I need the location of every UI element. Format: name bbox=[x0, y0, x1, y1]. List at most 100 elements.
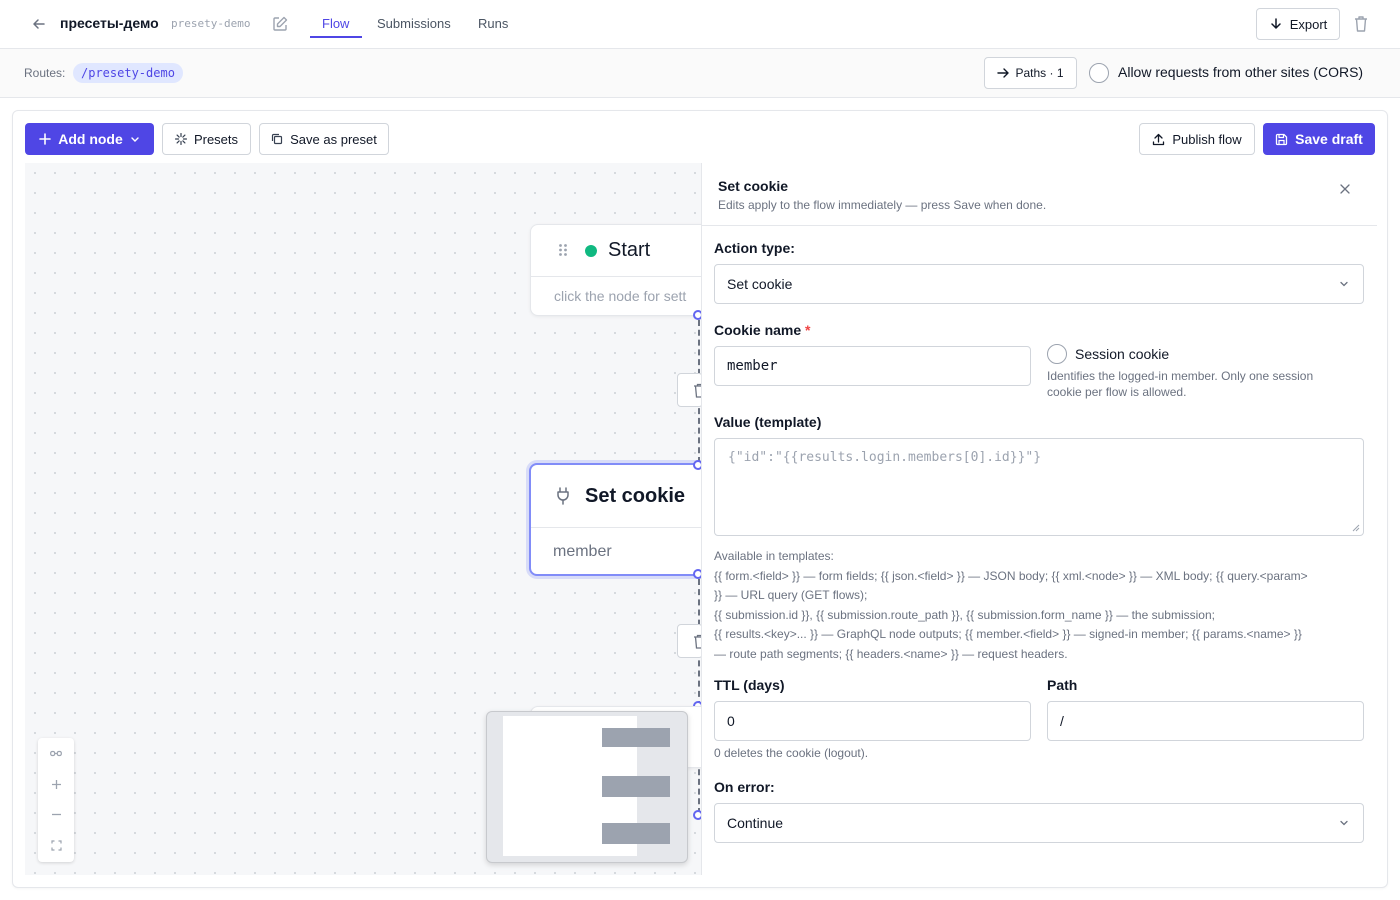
save-as-preset-label: Save as preset bbox=[290, 131, 377, 147]
session-cookie-hint-2: cookie per flow is allowed. bbox=[1047, 385, 1187, 399]
help-line: — route path segments; {{ headers.<name>… bbox=[714, 646, 1068, 661]
tab-active-indicator bbox=[310, 36, 362, 38]
upload-icon bbox=[1153, 133, 1165, 145]
grip-icon[interactable] bbox=[558, 243, 568, 262]
status-dot bbox=[585, 245, 597, 257]
action-type-value: Set cookie bbox=[727, 276, 793, 292]
session-cookie-checkbox[interactable] bbox=[1047, 344, 1067, 364]
start-node-subtitle: click the node for sett bbox=[554, 288, 687, 304]
fit-view-icon[interactable] bbox=[38, 739, 74, 769]
start-node-title: Start bbox=[608, 239, 651, 261]
route-chip[interactable]: /presety-demo bbox=[73, 63, 183, 83]
copy-icon bbox=[272, 133, 283, 145]
zoom-out-icon[interactable] bbox=[38, 799, 74, 829]
set-cookie-node[interactable]: Set cookie member bbox=[529, 463, 701, 576]
paths-label: Paths · 1 bbox=[1015, 66, 1064, 80]
save-draft-button[interactable]: Save draft bbox=[1263, 123, 1375, 155]
save-icon bbox=[1275, 133, 1288, 145]
trash-icon bbox=[694, 383, 701, 398]
on-error-value: Continue bbox=[727, 815, 784, 831]
minimap-node bbox=[602, 776, 670, 797]
zoom-in-icon[interactable] bbox=[38, 769, 74, 799]
set-cookie-output-port[interactable] bbox=[693, 569, 701, 579]
tab-runs[interactable]: Runs bbox=[478, 16, 508, 31]
arrow-right-icon bbox=[997, 68, 1010, 78]
add-node-label: Add node bbox=[58, 131, 123, 147]
trash-icon bbox=[694, 634, 701, 649]
on-error-select[interactable]: Continue bbox=[714, 803, 1364, 843]
tab-submissions[interactable]: Submissions bbox=[377, 16, 451, 31]
cookie-name-label-text: Cookie name bbox=[714, 322, 802, 338]
help-line: {{ form.<field> }} — form fields; {{ jso… bbox=[714, 568, 1308, 583]
start-node-header: Start bbox=[531, 225, 701, 277]
chevron-down-icon bbox=[1340, 281, 1348, 287]
minimap-node bbox=[602, 823, 670, 844]
fullscreen-icon[interactable] bbox=[38, 830, 74, 860]
back-arrow-icon[interactable] bbox=[30, 15, 48, 33]
value-template-placeholder: {"id":"{{results.login.members[0].id}}"} bbox=[728, 450, 1042, 465]
next-node-output-port[interactable] bbox=[693, 810, 701, 820]
panel-description: Edits apply to the flow immediately — pr… bbox=[718, 198, 1047, 212]
resize-handle-icon[interactable] bbox=[1352, 524, 1360, 532]
flow-canvas[interactable]: Start click the node for sett Set cookie… bbox=[25, 163, 701, 875]
ttl-label: TTL (days) bbox=[714, 677, 785, 693]
cors-label: Allow requests from other sites (CORS) bbox=[1118, 64, 1364, 80]
value-template-textarea[interactable]: {"id":"{{results.login.members[0].id}}"} bbox=[714, 438, 1364, 536]
paths-button[interactable]: Paths · 1 bbox=[984, 57, 1077, 89]
set-cookie-node-subtitle: member bbox=[553, 543, 612, 560]
help-line: Available in templates: bbox=[714, 549, 834, 563]
node-settings-panel: Set cookie Edits apply to the flow immed… bbox=[701, 163, 1377, 875]
start-node[interactable]: Start click the node for sett bbox=[530, 224, 701, 316]
cookie-name-value: member bbox=[727, 358, 778, 374]
zoom-controls bbox=[38, 738, 74, 862]
publish-flow-label: Publish flow bbox=[1172, 131, 1242, 147]
publish-flow-button[interactable]: Publish flow bbox=[1139, 123, 1255, 155]
start-node-output-port[interactable] bbox=[693, 310, 701, 320]
value-template-label: Value (template) bbox=[714, 414, 822, 430]
delete-flow-icon[interactable] bbox=[1353, 15, 1369, 33]
ttl-hint: 0 deletes the cookie (logout). bbox=[714, 746, 869, 760]
ttl-input[interactable]: 0 bbox=[714, 701, 1031, 741]
help-line: }} — URL query (GET flows); bbox=[714, 588, 868, 602]
chevron-down-icon bbox=[131, 137, 139, 142]
path-value: / bbox=[1060, 713, 1064, 729]
action-type-select[interactable]: Set cookie bbox=[714, 264, 1364, 304]
edge-delete-button[interactable] bbox=[677, 373, 701, 407]
routes-label: Routes: bbox=[24, 66, 66, 80]
add-node-button[interactable]: Add node bbox=[25, 123, 154, 155]
plug-icon bbox=[555, 487, 571, 510]
presets-button[interactable]: Presets bbox=[162, 123, 251, 155]
panel-title: Set cookie bbox=[718, 178, 789, 194]
action-type-label: Action type: bbox=[714, 240, 795, 256]
minimap-node bbox=[602, 728, 670, 747]
export-label: Export bbox=[1289, 16, 1328, 32]
set-cookie-input-port[interactable] bbox=[693, 460, 701, 470]
cors-checkbox[interactable] bbox=[1089, 63, 1109, 83]
tab-flow[interactable]: Flow bbox=[322, 16, 349, 31]
ttl-value: 0 bbox=[727, 713, 735, 729]
close-icon[interactable] bbox=[1336, 180, 1354, 198]
sparkle-icon bbox=[174, 133, 187, 145]
save-as-preset-button[interactable]: Save as preset bbox=[259, 123, 389, 155]
required-mark: * bbox=[805, 322, 811, 338]
minimap[interactable] bbox=[486, 711, 688, 863]
save-draft-label: Save draft bbox=[1295, 131, 1363, 147]
path-input[interactable]: / bbox=[1047, 701, 1364, 741]
project-slug: presety-demo bbox=[171, 17, 251, 30]
template-help-text: Available in templates: {{ form.<field> … bbox=[714, 547, 1366, 664]
plus-icon bbox=[39, 133, 52, 145]
chevron-down-icon bbox=[1340, 820, 1348, 826]
export-button[interactable]: Export bbox=[1256, 8, 1340, 40]
edge-delete-button-2[interactable] bbox=[677, 624, 701, 658]
set-cookie-node-header: Set cookie bbox=[531, 465, 701, 528]
cookie-name-input[interactable]: member bbox=[714, 346, 1031, 386]
top-header: пресеты-демо presety-demo Flow Submissio… bbox=[0, 0, 1400, 49]
set-cookie-node-title: Set cookie bbox=[585, 485, 686, 507]
path-label: Path bbox=[1047, 677, 1078, 693]
help-line: {{ results.<key>... }} — GraphQL node ou… bbox=[714, 627, 1302, 641]
cookie-name-label: Cookie name * bbox=[714, 322, 810, 338]
session-cookie-hint-1: Identifies the logged-in member. Only on… bbox=[1047, 369, 1314, 383]
on-error-label: On error: bbox=[714, 779, 775, 795]
edit-icon[interactable] bbox=[271, 15, 289, 33]
project-title: пресеты-демо bbox=[60, 15, 159, 31]
